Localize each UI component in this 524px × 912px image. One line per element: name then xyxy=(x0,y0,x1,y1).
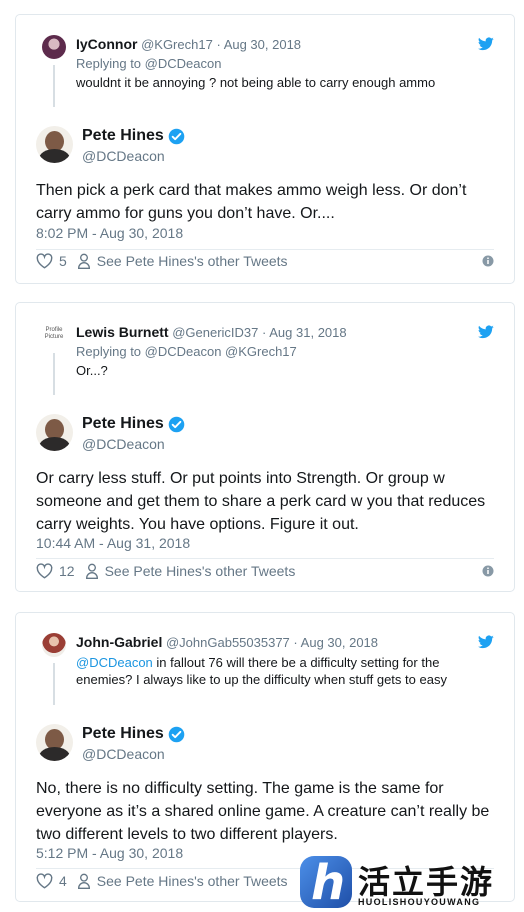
reply-author-handle[interactable]: @GenericID37 xyxy=(172,325,258,340)
author-handle[interactable]: @DCDeacon xyxy=(82,746,165,762)
thread-line xyxy=(53,663,55,705)
author-avatar[interactable] xyxy=(36,724,73,761)
reply-author-name[interactable]: IyConnor xyxy=(76,36,137,52)
info-icon[interactable] xyxy=(482,565,494,577)
tweet-actions: 4 See Pete Hines's other Tweets xyxy=(36,873,288,889)
tweet-text: Then pick a perk card that makes ammo we… xyxy=(36,182,467,222)
reply-author-handle[interactable]: @JohnGab55035377 xyxy=(166,635,290,650)
twitter-bird-icon[interactable] xyxy=(478,37,494,51)
author-name[interactable]: Pete Hines xyxy=(82,725,164,743)
divider xyxy=(36,558,494,559)
separator: · xyxy=(293,635,298,650)
embedded-tweet-2: Profile Picture Lewis Burnett @GenericID… xyxy=(15,302,515,592)
reply-date[interactable]: Aug 30, 2018 xyxy=(224,37,301,52)
separator: · xyxy=(262,325,267,340)
verified-badge-icon xyxy=(168,416,185,433)
embedded-tweet-1: IyConnor @KGrech17 · Aug 30, 2018 Replyi… xyxy=(15,14,515,284)
site-watermark: 活立手游网 HUOLISHOUYOUWANG xyxy=(298,853,524,912)
thread-line xyxy=(53,353,55,395)
author-avatar[interactable] xyxy=(36,126,73,163)
reply-header: John-Gabriel @JohnGab55035377 · Aug 30, … xyxy=(76,634,378,651)
reply-header: IyConnor @KGrech17 · Aug 30, 2018 xyxy=(76,36,301,53)
info-icon[interactable] xyxy=(482,255,494,267)
watermark-logo-icon xyxy=(300,855,352,911)
reply-avatar[interactable] xyxy=(42,633,66,657)
person-icon xyxy=(77,873,90,889)
separator: · xyxy=(216,37,221,52)
reply-date[interactable]: Aug 31, 2018 xyxy=(269,325,346,340)
tweet-timestamp[interactable]: 8:02 PM - Aug 30, 2018 xyxy=(36,225,183,241)
mention-link[interactable]: @DCDeacon xyxy=(76,655,153,670)
heart-icon[interactable] xyxy=(36,873,53,889)
tweet-actions: 5 See Pete Hines's other Tweets xyxy=(36,253,288,269)
twitter-bird-icon[interactable] xyxy=(478,635,494,649)
twitter-bird-icon[interactable] xyxy=(478,325,494,339)
reply-author-handle[interactable]: @KGrech17 xyxy=(141,37,213,52)
person-icon xyxy=(77,253,90,269)
reply-text: wouldnt it be annoying ? not being able … xyxy=(76,75,436,90)
tweet-text: Or carry less stuff. Or put points into … xyxy=(36,470,486,533)
watermark-latin-text: HUOLISHOUYOUWANG xyxy=(358,897,481,907)
author-avatar[interactable] xyxy=(36,414,73,451)
divider xyxy=(36,249,494,250)
see-other-tweets-link[interactable]: See Pete Hines's other Tweets xyxy=(105,563,296,579)
reply-author-name[interactable]: John-Gabriel xyxy=(76,634,162,650)
replying-to: Replying to @DCDeacon @KGrech17 xyxy=(76,344,297,359)
like-count[interactable]: 5 xyxy=(59,253,67,269)
tweet-timestamp[interactable]: 5:12 PM - Aug 30, 2018 xyxy=(36,845,183,861)
thread-line xyxy=(53,65,55,107)
replying-to: Replying to @DCDeacon xyxy=(76,56,222,71)
reply-avatar[interactable]: Profile Picture xyxy=(42,323,66,347)
reply-date[interactable]: Aug 30, 2018 xyxy=(301,635,378,650)
verified-badge-icon xyxy=(168,726,185,743)
reply-header: Lewis Burnett @GenericID37 · Aug 31, 201… xyxy=(76,324,347,341)
reply-author-name[interactable]: Lewis Burnett xyxy=(76,324,169,340)
see-other-tweets-link[interactable]: See Pete Hines's other Tweets xyxy=(97,873,288,889)
tweet-text: No, there is no difficulty setting. The … xyxy=(36,780,490,843)
person-icon xyxy=(85,563,98,579)
heart-icon[interactable] xyxy=(36,253,53,269)
see-other-tweets-link[interactable]: See Pete Hines's other Tweets xyxy=(97,253,288,269)
tweet-actions: 12 See Pete Hines's other Tweets xyxy=(36,563,295,579)
author-name[interactable]: Pete Hines xyxy=(82,415,164,433)
reply-text: Or...? xyxy=(76,363,108,378)
author-handle[interactable]: @DCDeacon xyxy=(82,148,165,164)
reply-text: @DCDeacon in fallout 76 will there be a … xyxy=(76,654,496,688)
author-name[interactable]: Pete Hines xyxy=(82,127,164,145)
reply-avatar[interactable] xyxy=(42,35,66,59)
verified-badge-icon xyxy=(168,128,185,145)
tweet-timestamp[interactable]: 10:44 AM - Aug 31, 2018 xyxy=(36,535,190,551)
author-handle[interactable]: @DCDeacon xyxy=(82,436,165,452)
heart-icon[interactable] xyxy=(36,563,53,579)
like-count[interactable]: 4 xyxy=(59,873,67,889)
like-count[interactable]: 12 xyxy=(59,563,75,579)
